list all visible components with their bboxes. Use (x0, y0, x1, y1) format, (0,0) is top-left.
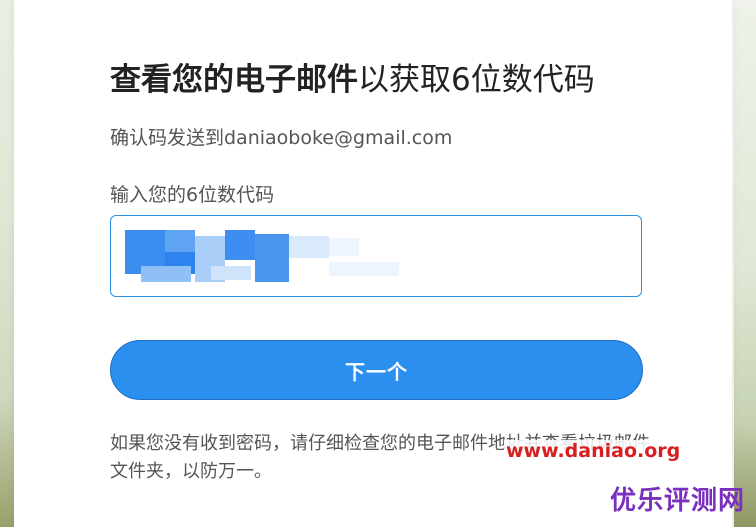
background-right-strip (734, 0, 756, 527)
next-button[interactable]: 下一个 (110, 340, 643, 400)
redaction-mosaic-block (255, 234, 289, 282)
redaction-mosaic-block (329, 238, 359, 256)
redaction-mosaic-block (329, 262, 399, 276)
redaction-mosaic-block (289, 236, 329, 258)
redaction-mosaic-block (211, 266, 251, 280)
redaction-mosaic-block (165, 230, 195, 252)
dialog-title: 查看您的电子邮件以获取6位数代码 (110, 58, 595, 102)
verification-dialog: 查看您的电子邮件以获取6位数代码 确认码发送到daniaoboke@gmail.… (14, 0, 744, 527)
redaction-mosaic-block (141, 266, 191, 282)
dialog-title-bold: 查看您的电子邮件 (110, 62, 358, 98)
code-input-field[interactable] (110, 215, 642, 297)
code-sent-to-text: 确认码发送到daniaoboke@gmail.com (110, 127, 453, 149)
code-input-label: 输入您的6位数代码 (110, 184, 275, 206)
redaction-mosaic-block (225, 230, 255, 260)
watermark-site-name: 优乐评测网 (610, 486, 746, 516)
dialog-title-rest: 以获取6位数代码 (358, 62, 595, 98)
watermark-url: www.daniao.org (504, 440, 683, 462)
